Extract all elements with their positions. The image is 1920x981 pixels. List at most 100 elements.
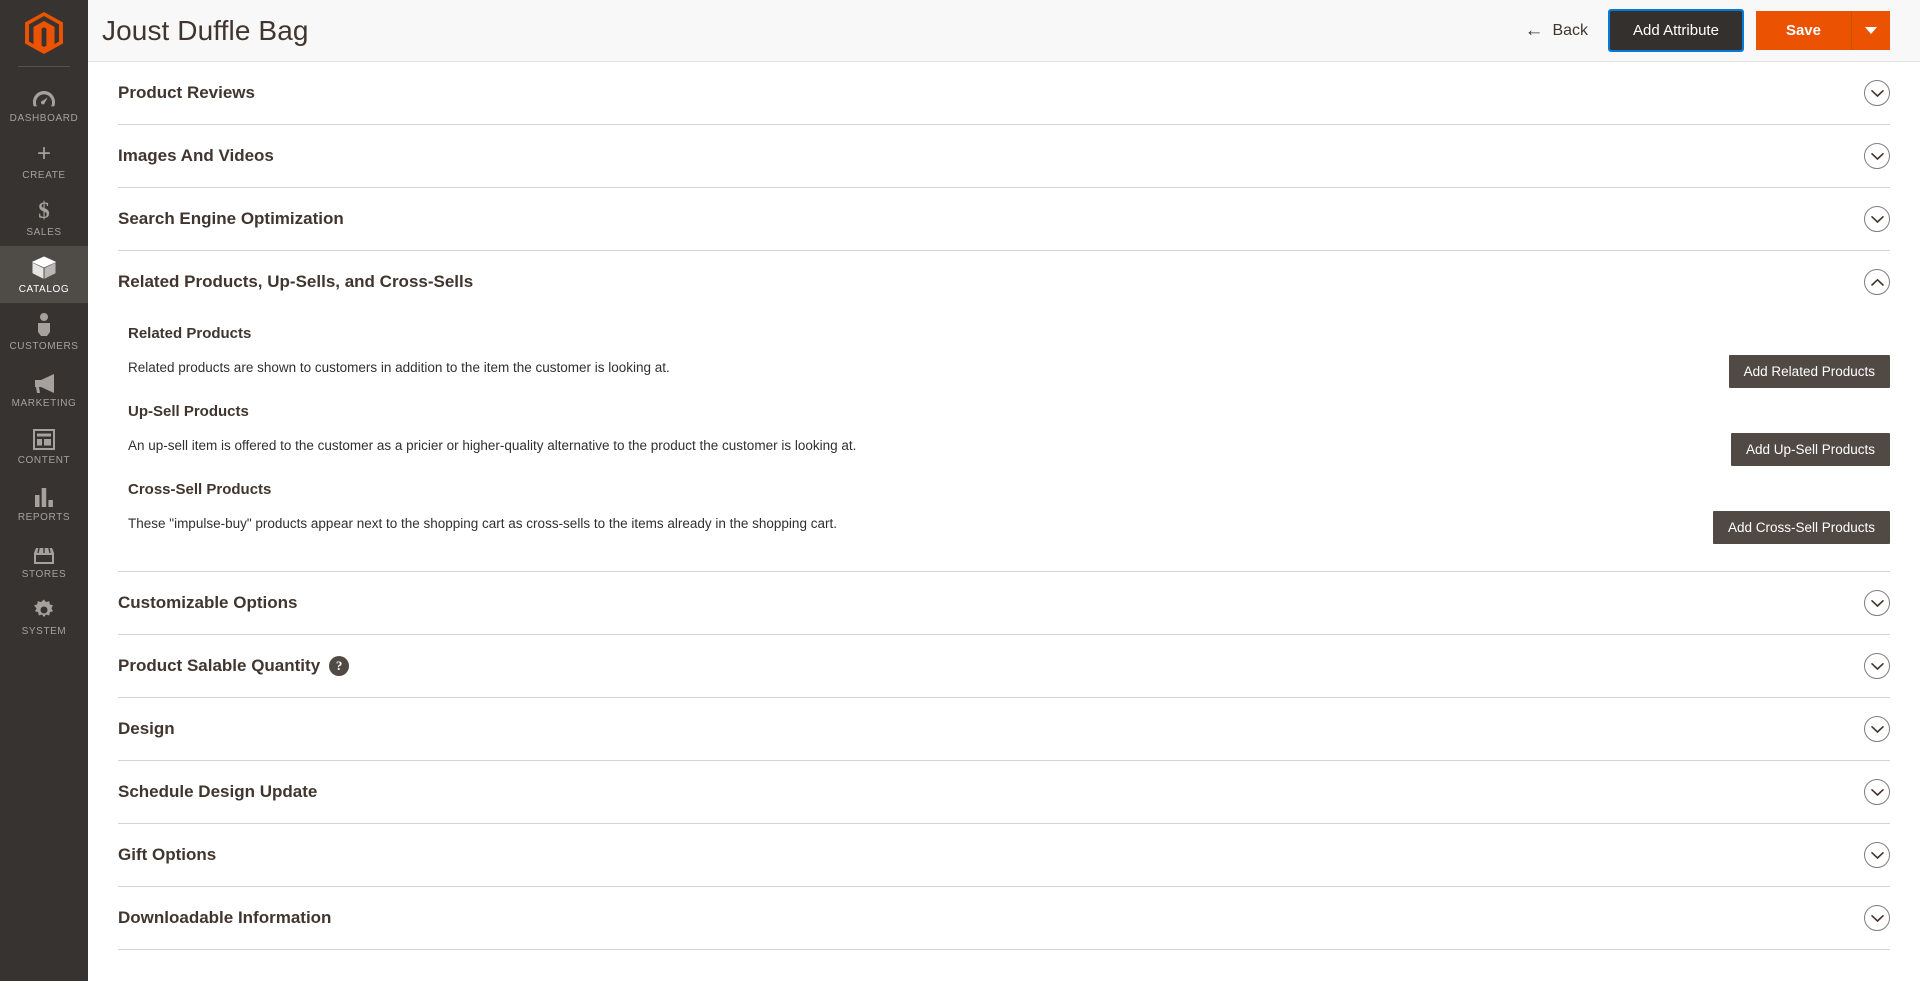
- section-product-salable-quantity: Product Salable Quantity ?: [118, 635, 1890, 698]
- section-header[interactable]: Product Reviews: [118, 62, 1890, 124]
- box-icon: [32, 255, 56, 279]
- save-button[interactable]: Save: [1755, 11, 1852, 50]
- section-title-label: Customizable Options: [118, 593, 298, 612]
- section-header[interactable]: Related Products, Up-Sells, and Cross-Se…: [118, 251, 1890, 313]
- subsection-title: Up-Sell Products: [128, 403, 249, 420]
- sidebar-item-label: CUSTOMERS: [9, 341, 79, 352]
- section-customizable-options: Customizable Options: [118, 572, 1890, 635]
- add-attribute-button[interactable]: Add Attribute: [1608, 9, 1744, 52]
- sidebar-item-customers[interactable]: CUSTOMERS: [0, 303, 88, 360]
- dashboard-icon: [32, 84, 56, 108]
- chevron-down-icon[interactable]: [1864, 842, 1890, 868]
- sidebar-item-marketing[interactable]: MARKETING: [0, 360, 88, 417]
- storefront-icon: [32, 540, 56, 564]
- sidebar-divider: [18, 66, 70, 67]
- subsection-title: Cross-Sell Products: [128, 481, 272, 498]
- sidebar-item-label: CATALOG: [18, 284, 70, 295]
- section-header[interactable]: Search Engine Optimization: [118, 188, 1890, 250]
- question-mark-icon[interactable]: ?: [329, 656, 350, 676]
- section-product-reviews: Product Reviews: [118, 62, 1890, 125]
- add-up-sell-products-button[interactable]: Add Up-Sell Products: [1730, 433, 1890, 466]
- subsection-description: An up-sell item is offered to the custom…: [128, 438, 857, 453]
- main-sidebar: DASHBOARD + CREATE $ SALES CATALOG CUSTO…: [0, 0, 88, 981]
- section-header[interactable]: Schedule Design Update: [118, 761, 1890, 823]
- product-sections: Product Reviews Images And Videos Search…: [88, 62, 1920, 981]
- sidebar-item-create[interactable]: + CREATE: [0, 132, 88, 189]
- sidebar-item-stores[interactable]: STORES: [0, 531, 88, 588]
- sidebar-item-content[interactable]: CONTENT: [0, 417, 88, 474]
- subsection-description: These "impulse-buy" products appear next…: [128, 516, 837, 531]
- sidebar-item-system[interactable]: SYSTEM: [0, 588, 88, 645]
- layout-icon: [33, 426, 55, 450]
- gear-icon: [33, 597, 55, 621]
- subsection-description: Related products are shown to customers …: [128, 360, 670, 375]
- subsection-related-products: Related Products Related products are sh…: [128, 319, 1890, 397]
- header-actions: ← Back Add Attribute Save: [1516, 9, 1890, 52]
- admin-page: DASHBOARD + CREATE $ SALES CATALOG CUSTO…: [0, 0, 1920, 981]
- section-title-label: Downloadable Information: [118, 908, 332, 927]
- sidebar-item-label: SYSTEM: [21, 626, 67, 637]
- section-gift-options: Gift Options: [118, 824, 1890, 887]
- chevron-down-icon[interactable]: [1864, 905, 1890, 931]
- dollar-icon: $: [38, 198, 50, 223]
- chevron-down-icon[interactable]: [1864, 779, 1890, 805]
- back-button[interactable]: ← Back: [1516, 16, 1596, 46]
- section-related-upsells-crosssells: Related Products, Up-Sells, and Cross-Se…: [118, 251, 1890, 572]
- back-button-label: Back: [1552, 21, 1589, 39]
- sidebar-item-dashboard[interactable]: DASHBOARD: [0, 75, 88, 132]
- add-cross-sell-products-button[interactable]: Add Cross-Sell Products: [1712, 511, 1890, 544]
- chevron-down-icon[interactable]: [1864, 590, 1890, 616]
- section-header[interactable]: Gift Options: [118, 824, 1890, 886]
- chevron-down-icon[interactable]: [1864, 653, 1890, 679]
- sidebar-item-label: STORES: [21, 569, 67, 580]
- section-search-engine-optimization: Search Engine Optimization: [118, 188, 1890, 251]
- section-title-label: Product Reviews: [118, 83, 255, 102]
- sidebar-item-label: MARKETING: [11, 398, 77, 409]
- section-title-label: Schedule Design Update: [118, 782, 318, 801]
- subsection-up-sell-products: Up-Sell Products An up-sell item is offe…: [128, 397, 1890, 475]
- section-header[interactable]: Design: [118, 698, 1890, 760]
- section-header[interactable]: Product Salable Quantity ?: [118, 635, 1890, 697]
- sidebar-item-label: REPORTS: [17, 512, 71, 523]
- plus-icon: +: [36, 140, 51, 167]
- sidebar-item-label: CONTENT: [17, 455, 71, 466]
- section-title-label: Gift Options: [118, 845, 217, 864]
- section-title-label: Related Products, Up-Sells, and Cross-Se…: [118, 272, 474, 291]
- section-title-label: Search Engine Optimization: [118, 209, 344, 228]
- person-icon: [36, 312, 52, 336]
- page-header: Joust Duffle Bag ← Back Add Attribute Sa…: [88, 0, 1920, 62]
- sidebar-item-label: DASHBOARD: [9, 113, 79, 124]
- caret-down-icon: [1865, 27, 1877, 34]
- sidebar-item-catalog[interactable]: CATALOG: [0, 246, 88, 303]
- save-button-group: Save: [1755, 11, 1890, 50]
- page-title: Joust Duffle Bag: [102, 14, 309, 46]
- chevron-up-icon[interactable]: [1864, 269, 1890, 295]
- section-schedule-design-update: Schedule Design Update: [118, 761, 1890, 824]
- chevron-down-icon[interactable]: [1864, 80, 1890, 106]
- chevron-down-icon[interactable]: [1864, 716, 1890, 742]
- sidebar-item-label: SALES: [26, 227, 62, 238]
- save-dropdown-toggle[interactable]: [1852, 11, 1890, 50]
- sidebar-item-sales[interactable]: $ SALES: [0, 189, 88, 246]
- section-images-and-videos: Images And Videos: [118, 125, 1890, 188]
- chevron-down-icon[interactable]: [1864, 143, 1890, 169]
- arrow-left-icon: ←: [1524, 19, 1544, 41]
- section-title-label: Images And Videos: [118, 146, 274, 165]
- main-area: Joust Duffle Bag ← Back Add Attribute Sa…: [88, 0, 1920, 981]
- megaphone-icon: [32, 369, 57, 393]
- section-design: Design: [118, 698, 1890, 761]
- section-header[interactable]: Customizable Options: [118, 572, 1890, 634]
- subsection-cross-sell-products: Cross-Sell Products These "impulse-buy" …: [128, 475, 1890, 553]
- section-title-label: Design: [118, 719, 175, 738]
- section-header[interactable]: Images And Videos: [118, 125, 1890, 187]
- magento-logo[interactable]: [0, 0, 88, 66]
- magento-logo-icon: [25, 12, 63, 54]
- add-related-products-button[interactable]: Add Related Products: [1728, 355, 1890, 388]
- section-title-label: Product Salable Quantity: [118, 656, 321, 675]
- subsection-title: Related Products: [128, 325, 252, 342]
- section-header[interactable]: Downloadable Information: [118, 887, 1890, 949]
- bar-chart-icon: [33, 483, 55, 507]
- section-content: Related Products Related products are sh…: [118, 313, 1890, 571]
- chevron-down-icon[interactable]: [1864, 206, 1890, 232]
- sidebar-item-reports[interactable]: REPORTS: [0, 474, 88, 531]
